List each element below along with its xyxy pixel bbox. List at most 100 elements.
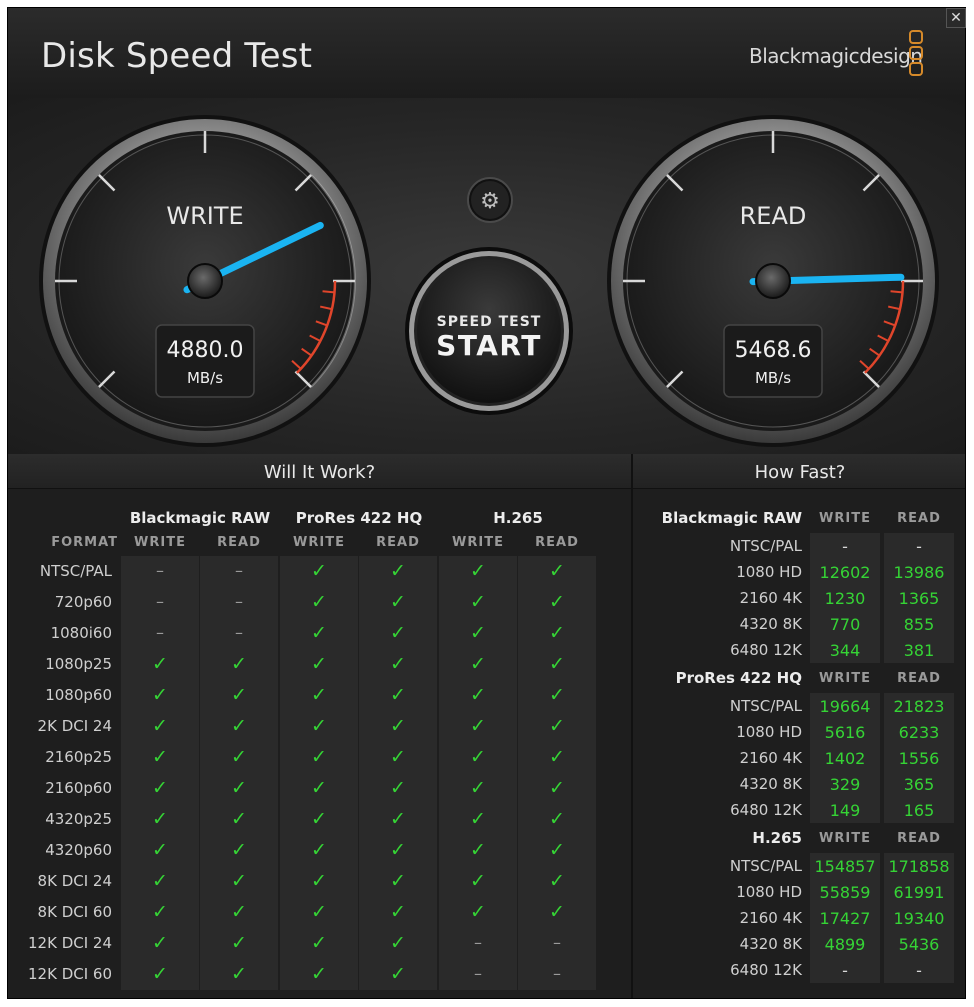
format-row-label: 1080p60 (45, 686, 112, 704)
read-fps-value: 61991 (893, 883, 945, 902)
check-icon: ✓ (311, 560, 327, 582)
brand-name: Blackmagicdesign (749, 44, 923, 68)
check-icon: ✓ (549, 684, 565, 706)
how-fast-format-label: 4320 8K (739, 615, 802, 633)
check-icon: ✓ (152, 932, 168, 954)
read-fps-value: 1365 (898, 589, 940, 608)
write-gauge: WRITE 4880.0 MB/s (39, 115, 371, 447)
gear-icon: ⚙ (480, 189, 500, 214)
write-fps-value: 329 (829, 775, 861, 794)
read-fps-value: 6233 (898, 723, 940, 742)
check-icon: ✓ (152, 901, 168, 923)
read-fps-value: 381 (903, 641, 935, 660)
check-icon: ✓ (311, 963, 327, 985)
column-header-read: READ (535, 535, 579, 550)
format-row-label: 2160p60 (45, 779, 112, 797)
check-icon: ✓ (231, 963, 247, 985)
dash-icon: – (553, 964, 561, 983)
check-icon: ✓ (549, 560, 565, 582)
how-fast-format-label: NTSC/PAL (729, 697, 802, 715)
format-row-label: 12K DCI 24 (28, 934, 112, 952)
how-fast-format-label: 1080 HD (736, 883, 802, 901)
check-icon: ✓ (549, 746, 565, 768)
read-fps-value: 21823 (893, 697, 945, 716)
title-bar: Disk Speed Test Blackmagicdesign (8, 8, 965, 99)
dash-icon: – (235, 561, 243, 580)
check-icon: ✓ (470, 839, 486, 861)
codec-header-blackmagic-raw: Blackmagic RAW (661, 509, 802, 527)
column-header-write: WRITE (819, 671, 871, 686)
check-icon: ✓ (470, 653, 486, 675)
check-icon: ✓ (152, 715, 168, 737)
dash-icon: – (156, 592, 164, 611)
check-icon: ✓ (311, 870, 327, 892)
how-fast-format-label: NTSC/PAL (729, 537, 802, 555)
write-fps-value: 154857 (814, 857, 876, 876)
check-icon: ✓ (390, 901, 406, 923)
check-icon: ✓ (231, 746, 247, 768)
start-button[interactable]: SPEED TEST START (405, 247, 573, 415)
format-row-label: 12K DCI 60 (28, 965, 112, 983)
check-icon: ✓ (549, 839, 565, 861)
group-header-blackmagic-raw: Blackmagic RAW (129, 509, 271, 527)
column-stripe (121, 556, 199, 990)
read-fps-value: 165 (903, 801, 935, 820)
check-icon: ✓ (152, 808, 168, 830)
gauge-svg: WRITE 4880.0 MB/s READ 5468.6 MB/s ⚙ SPE… (39, 115, 939, 447)
disk-speed-test-window: Disk Speed Test Blackmagicdesign WRITE 4… (7, 7, 966, 999)
column-header-write: WRITE (819, 831, 871, 846)
check-icon: ✓ (549, 777, 565, 799)
check-icon: ✓ (470, 591, 486, 613)
close-button[interactable]: ✕ (946, 8, 966, 28)
read-fps-value: 19340 (893, 909, 945, 928)
check-icon: ✓ (470, 684, 486, 706)
how-fast-format-label: 4320 8K (739, 935, 802, 953)
format-row-label: 2K DCI 24 (37, 717, 112, 735)
check-icon: ✓ (390, 963, 406, 985)
settings-button[interactable]: ⚙ (467, 177, 513, 223)
how-fast-format-label: 4320 8K (739, 775, 802, 793)
check-icon: ✓ (231, 653, 247, 675)
codec-header-h-265: H.265 (752, 829, 802, 847)
column-header-read: READ (376, 535, 420, 550)
write-gauge-label: WRITE (166, 202, 243, 230)
how-fast-format-label: 1080 HD (736, 723, 802, 741)
check-icon: ✓ (152, 653, 168, 675)
read-fps-value: - (916, 537, 922, 556)
column-header-write: WRITE (293, 535, 345, 550)
write-fps-value: 55859 (819, 883, 871, 902)
how-fast-table: Blackmagic RAW WRITE READ NTSC/PAL - - 1080 HD… (633, 489, 965, 998)
format-row-label: 4320p25 (45, 810, 112, 828)
gauge-redline-tick (890, 290, 903, 294)
start-button-line1: SPEED TEST (437, 314, 542, 330)
dash-icon: – (235, 623, 243, 642)
check-icon: ✓ (311, 684, 327, 706)
gauge-panel: WRITE 4880.0 MB/s READ 5468.6 MB/s ⚙ SPE… (8, 98, 965, 455)
check-icon: ✓ (311, 901, 327, 923)
check-icon: ✓ (549, 653, 565, 675)
write-fps-value: 1230 (824, 589, 866, 608)
check-icon: ✓ (152, 746, 168, 768)
check-icon: ✓ (311, 746, 327, 768)
read-fps-value: 5436 (898, 935, 940, 954)
check-icon: ✓ (549, 901, 565, 923)
column-header-write: WRITE (452, 535, 504, 550)
check-icon: ✓ (390, 684, 406, 706)
format-row-label: 8K DCI 60 (37, 903, 112, 921)
codec-header-prores-422-hq: ProRes 422 HQ (675, 669, 802, 687)
write-fps-value: - (842, 537, 848, 556)
check-icon: ✓ (152, 777, 168, 799)
read-speed-value: 5468.6 (735, 338, 812, 363)
dash-icon: – (156, 623, 164, 642)
check-icon: ✓ (470, 715, 486, 737)
write-fps-value: 149 (829, 801, 861, 820)
format-row-label: 2160p25 (45, 748, 112, 766)
column-stripe (200, 556, 278, 990)
group-header-h-265: H.265 (493, 509, 543, 527)
column-header-read: READ (897, 831, 941, 846)
how-fast-format-label: 1080 HD (736, 563, 802, 581)
check-icon: ✓ (549, 870, 565, 892)
write-fps-value: 17427 (819, 909, 871, 928)
check-icon: ✓ (152, 684, 168, 706)
check-icon: ✓ (152, 839, 168, 861)
